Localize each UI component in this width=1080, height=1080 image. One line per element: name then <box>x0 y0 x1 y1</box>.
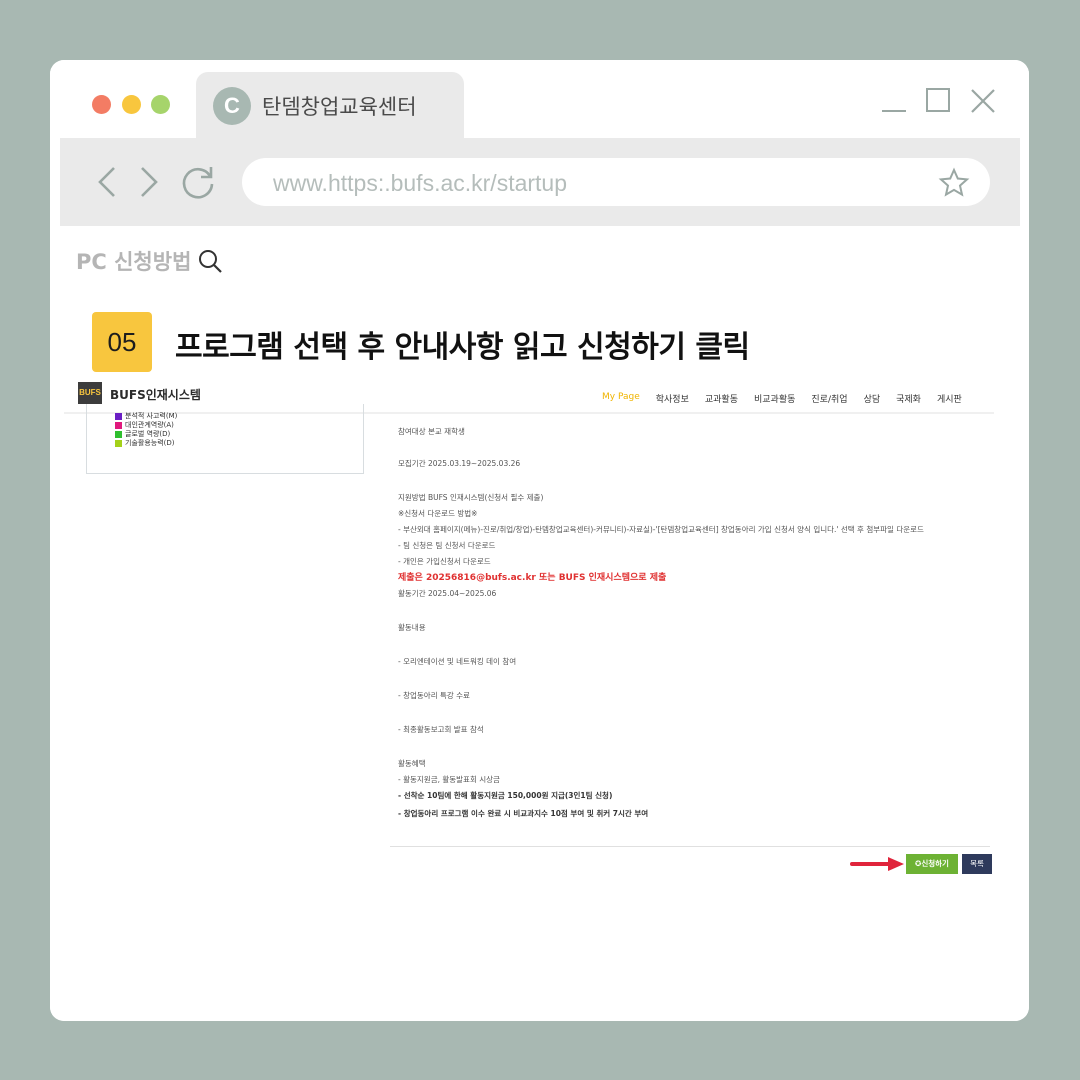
menu-item-board[interactable]: 게시판 <box>937 392 962 405</box>
menu-item-extracurricular[interactable]: 비교과활동 <box>754 392 795 405</box>
notice-period: 모집기간 2025.03.19~2025.03.26 <box>398 459 521 468</box>
step-number-badge: 05 <box>92 312 152 372</box>
search-icon <box>197 248 223 274</box>
notice-download-1: - 부산외대 홈페이지(메뉴)-진로/취업/창업)-탄뎀창업교육센터)-커뮤니티… <box>398 525 924 534</box>
close-dot[interactable] <box>92 95 111 114</box>
navigation-bar: www.https:.bufs.ac.kr/startup <box>60 138 1020 226</box>
maximize-dot[interactable] <box>151 95 170 114</box>
window-maximize-icon[interactable] <box>926 88 950 112</box>
notice-download-2: - 팀 신청은 팀 신청서 다운로드 <box>398 541 496 550</box>
window-close-icon[interactable] <box>970 88 996 114</box>
notice-activity-period: 활동기간 2025.04~2025.06 <box>398 589 497 598</box>
browser-tab[interactable]: C 탄뎀창업교육센터 <box>196 72 464 138</box>
menu-item-counseling[interactable]: 상담 <box>864 392 881 405</box>
site-top-menu: My Page 학사정보 교과활동 비교과활동 진로/취업 상담 국제화 게시판 <box>602 392 962 405</box>
competency-legend-box: 분석적 사고력(M) 대인관계역량(A) 글로벌 역량(D) 기술활용능력(D) <box>86 404 364 474</box>
reload-icon[interactable] <box>178 162 218 202</box>
browser-window: C 탄뎀창업교육센터 www.https:.bufs.ac.kr/startup… <box>50 60 1029 1021</box>
embedded-screenshot: BUFS BUFS인재시스템 My Page 학사정보 교과활동 비교과활동 진… <box>64 376 994 906</box>
tab-title: 탄뎀창업교육센터 <box>262 95 417 119</box>
notice-activity-title: 활동내용 <box>398 623 426 632</box>
address-bar[interactable]: www.https:.bufs.ac.kr/startup <box>242 158 990 206</box>
list-button[interactable]: 목록 <box>962 854 992 874</box>
notice-benefit-3: - 창업동아리 프로그램 이수 완료 시 비교과지수 10점 부여 및 취커 7… <box>398 809 649 818</box>
bufs-logo-icon: BUFS <box>78 382 102 404</box>
pointer-arrow-icon <box>850 856 906 872</box>
page-content: PC 신청방법 05 프로그램 선택 후 안내사항 읽고 신청하기 클릭 BUF… <box>50 226 1029 1021</box>
menu-item-career[interactable]: 진로/취업 <box>811 392 847 405</box>
bookmark-star-icon[interactable] <box>938 167 970 199</box>
notice-submit: 제출은 20256816@bufs.ac.kr 또는 BUFS 인재시스템으로 … <box>398 573 667 583</box>
notice-activity-2: - 창업동아리 특강 수료 <box>398 691 470 700</box>
notice-activity-3: - 최종활동보고회 발표 참석 <box>398 725 484 734</box>
notice-target: 참여대상 본교 재학생 <box>398 427 465 436</box>
legend-item: 기술활용능력(D) <box>115 439 177 448</box>
tab-favicon-icon: C <box>213 87 251 125</box>
notice-download-title: ※신청서 다운로드 방법※ <box>398 509 478 518</box>
minimize-dot[interactable] <box>122 95 141 114</box>
back-arrow-icon[interactable] <box>88 162 128 202</box>
step-title: 프로그램 선택 후 안내사항 읽고 신청하기 클릭 <box>175 330 750 365</box>
menu-item-mypage[interactable]: My Page <box>602 392 640 405</box>
notice-activity-1: - 오리엔테이션 및 네트워킹 데이 참여 <box>398 657 517 666</box>
forward-arrow-icon[interactable] <box>128 162 168 202</box>
method-text: PC 신청방법 <box>76 250 192 274</box>
menu-item-international[interactable]: 국제화 <box>896 392 921 405</box>
window-minimize-icon[interactable] <box>882 88 908 114</box>
method-label: PC 신청방법 <box>76 246 223 276</box>
legend-item: 글로벌 역량(D) <box>115 430 177 439</box>
notice-benefit-title: 활동혜택 <box>398 759 426 768</box>
notice-apply-method: 지원방법 BUFS 인재시스템(신청서 필수 제출) <box>398 493 544 502</box>
menu-item-curricular[interactable]: 교과활동 <box>705 392 738 405</box>
content-divider <box>390 846 990 847</box>
apply-button[interactable]: ✪신청하기 <box>906 854 958 874</box>
title-bar: C 탄뎀창업교육센터 <box>50 60 1029 138</box>
menu-item-academic[interactable]: 학사정보 <box>656 392 689 405</box>
notice-benefit-1: - 활동지원금, 활동발표회 시상금 <box>398 775 500 784</box>
legend-item: 분석적 사고력(M) <box>115 412 177 421</box>
competency-legend: 분석적 사고력(M) 대인관계역량(A) 글로벌 역량(D) 기술활용능력(D) <box>115 412 177 448</box>
site-logo-text[interactable]: BUFS인재시스템 <box>110 386 201 403</box>
url-text: www.https:.bufs.ac.kr/startup <box>273 170 568 196</box>
notice-benefit-2: - 선착순 10팀에 한해 활동지원금 150,000원 지급(3인1팀 신청) <box>398 791 613 800</box>
notice-download-3: - 개인은 가입신청서 다운로드 <box>398 557 491 566</box>
legend-item: 대인관계역량(A) <box>115 421 177 430</box>
